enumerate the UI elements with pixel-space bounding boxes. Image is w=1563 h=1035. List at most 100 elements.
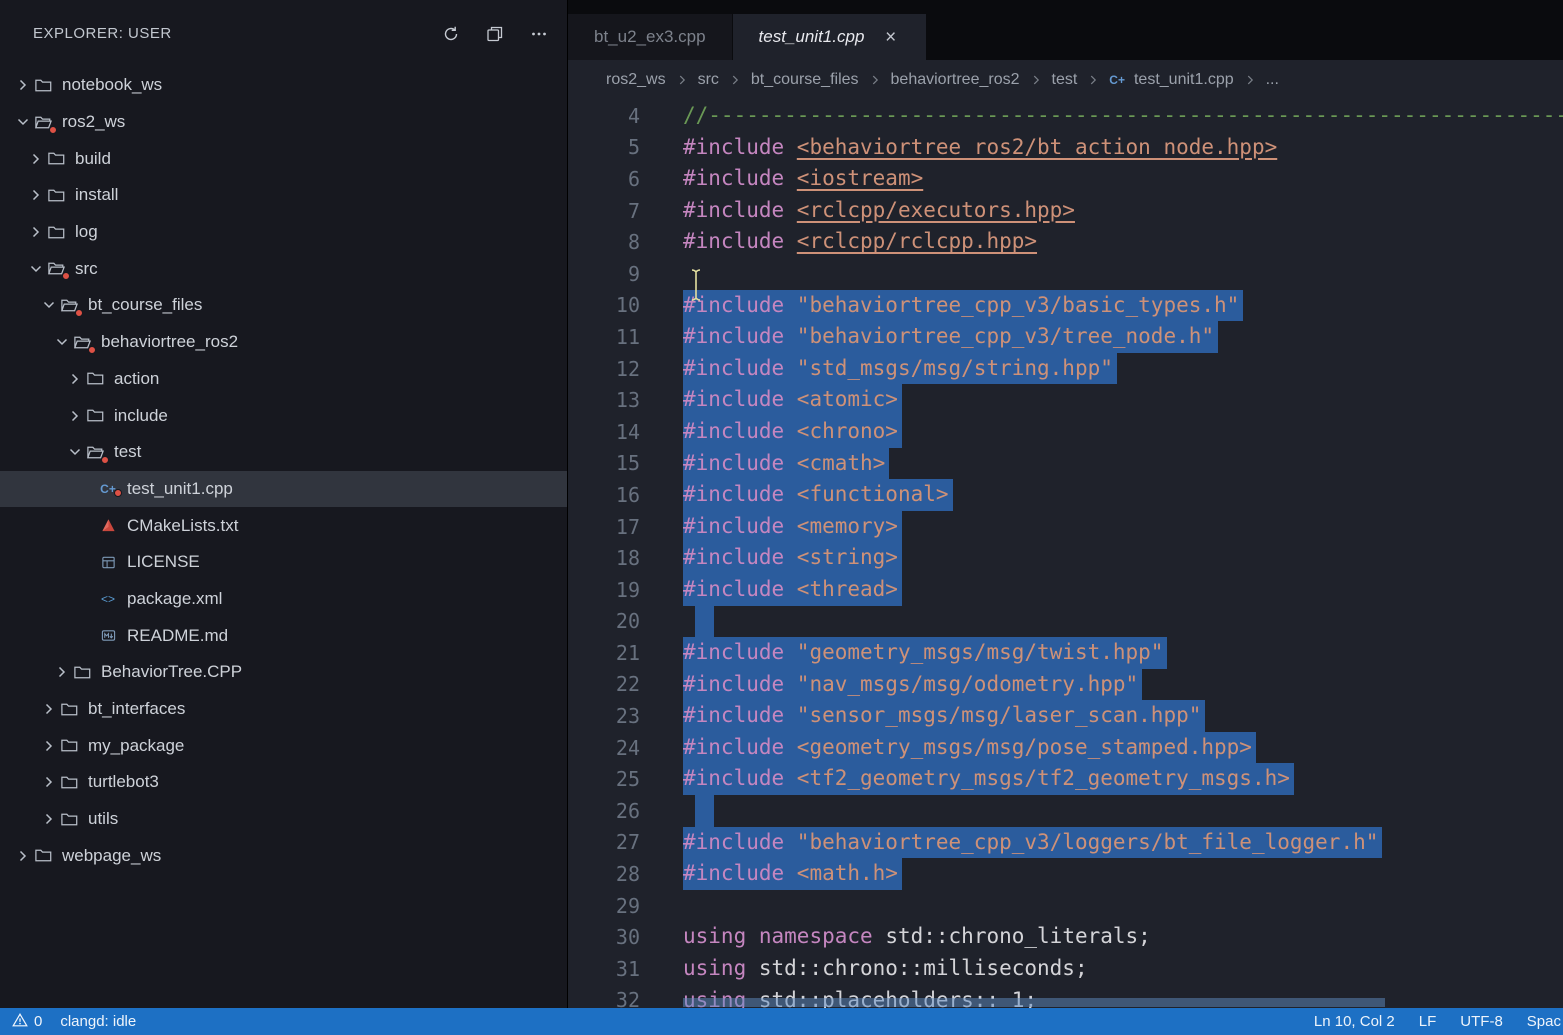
line-number[interactable]: 21 [568,641,640,665]
tab-bt_u2_ex3.cpp[interactable]: bt_u2_ex3.cpp [568,14,733,60]
code-line-13[interactable]: 13#include <atomic> [568,384,1563,416]
encoding-indicator[interactable]: UTF-8 [1460,1013,1503,1030]
horizontal-scrollbar[interactable] [683,998,1385,1007]
tree-item-test[interactable]: test [0,434,567,471]
breadcrumb-item-ros2_ws[interactable]: ros2_ws [606,71,666,89]
tree-item-include[interactable]: include [0,397,567,434]
line-number[interactable]: 9 [568,262,640,286]
tree-item-webpage_ws[interactable]: webpage_ws [0,837,567,874]
collapse-folders-icon[interactable] [483,22,507,46]
line-number[interactable]: 23 [568,704,640,728]
code-line-28[interactable]: 28#include <math.h> [568,858,1563,890]
code-line-5[interactable]: 5#include <behaviortree_ros2/bt_action_n… [568,132,1563,164]
code-line-11[interactable]: 11#include "behaviortree_cpp_v3/tree_nod… [568,321,1563,353]
line-number[interactable]: 17 [568,515,640,539]
line-number[interactable]: 31 [568,957,640,981]
tree-item-utils[interactable]: utils [0,801,567,838]
tree-item-action[interactable]: action [0,361,567,398]
line-number[interactable]: 26 [568,799,640,823]
code-line-9[interactable]: 9 [568,258,1563,290]
line-number[interactable]: 22 [568,672,640,696]
tree-item-CMakeLists.txt[interactable]: CMakeLists.txt [0,507,567,544]
breadcrumb-item-bt_course_files[interactable]: bt_course_files [751,71,859,89]
line-number[interactable]: 5 [568,135,640,159]
code-line-7[interactable]: 7#include <rclcpp/executors.hpp> [568,195,1563,227]
breadcrumb-item-...[interactable]: ... [1266,71,1279,89]
cursor-position[interactable]: Ln 10, Col 2 [1314,1013,1395,1030]
tree-item-build[interactable]: build [0,140,567,177]
tree-item-log[interactable]: log [0,214,567,251]
line-number[interactable]: 4 [568,104,640,128]
tree-item-src[interactable]: src [0,250,567,287]
code-line-20[interactable]: 20 [568,606,1563,638]
tree-item-bt_interfaces[interactable]: bt_interfaces [0,691,567,728]
code-line-8[interactable]: 8#include <rclcpp/rclcpp.hpp> [568,226,1563,258]
line-number[interactable]: 25 [568,767,640,791]
line-number[interactable]: 19 [568,578,640,602]
close-icon[interactable]: × [880,27,900,47]
code-line-30[interactable]: 30using namespace std::chrono_literals; [568,921,1563,953]
line-number[interactable]: 14 [568,420,640,444]
code-line-10[interactable]: 10#include "behaviortree_cpp_v3/basic_ty… [568,290,1563,322]
code-line-12[interactable]: 12#include "std_msgs/msg/string.hpp" [568,353,1563,385]
eol-indicator[interactable]: LF [1419,1013,1437,1030]
code-line-23[interactable]: 23#include "sensor_msgs/msg/laser_scan.h… [568,700,1563,732]
code-line-19[interactable]: 19#include <thread> [568,574,1563,606]
tree-item-my_package[interactable]: my_package [0,727,567,764]
code-line-6[interactable]: 6#include <iostream> [568,163,1563,195]
tree-item-notebook_ws[interactable]: notebook_ws [0,67,567,104]
tree-item-turtlebot3[interactable]: turtlebot3 [0,764,567,801]
code-line-22[interactable]: 22#include "nav_msgs/msg/odometry.hpp" [568,669,1563,701]
indentation-indicator[interactable]: Spac [1527,1013,1561,1030]
line-number[interactable]: 18 [568,546,640,570]
breadcrumb-item-test_unit1.cpp[interactable]: test_unit1.cpp [1134,71,1234,89]
tree-item-test_unit1.cpp[interactable]: C+test_unit1.cpp [0,471,567,508]
line-number[interactable]: 16 [568,483,640,507]
breadcrumb-item-behaviortree_ros2[interactable]: behaviortree_ros2 [891,71,1020,89]
refresh-icon[interactable] [439,22,463,46]
line-number[interactable]: 28 [568,862,640,886]
line-number[interactable]: 7 [568,199,640,223]
problems-indicator[interactable]: 0 [12,1012,42,1032]
line-number[interactable]: 11 [568,325,640,349]
code-line-26[interactable]: 26 [568,795,1563,827]
code-editor[interactable]: 4//-------------------------------------… [568,100,1563,1008]
code-line-4[interactable]: 4//-------------------------------------… [568,100,1563,132]
breadcrumb-item-src[interactable]: src [698,71,719,89]
line-number[interactable]: 30 [568,925,640,949]
clangd-status[interactable]: clangd: idle [60,1013,136,1030]
tree-item-LICENSE[interactable]: LICENSE [0,544,567,581]
line-number[interactable]: 6 [568,167,640,191]
code-line-31[interactable]: 31using std::chrono::milliseconds; [568,953,1563,985]
code-line-14[interactable]: 14#include <chrono> [568,416,1563,448]
code-line-21[interactable]: 21#include "geometry_msgs/msg/twist.hpp" [568,637,1563,669]
tree-item-BehaviorTree.CPP[interactable]: BehaviorTree.CPP [0,654,567,691]
breadcrumb-item-test[interactable]: test [1052,71,1078,89]
code-line-27[interactable]: 27#include "behaviortree_cpp_v3/loggers/… [568,827,1563,859]
line-number[interactable]: 32 [568,988,640,1008]
code-line-15[interactable]: 15#include <cmath> [568,448,1563,480]
code-line-29[interactable]: 29 [568,890,1563,922]
line-number[interactable]: 15 [568,451,640,475]
line-number[interactable]: 27 [568,830,640,854]
tree-item-ros2_ws[interactable]: ros2_ws [0,104,567,141]
tab-test_unit1.cpp[interactable]: test_unit1.cpp× [733,14,928,60]
code-line-25[interactable]: 25#include <tf2_geometry_msgs/tf2_geomet… [568,763,1563,795]
tree-item-bt_course_files[interactable]: bt_course_files [0,287,567,324]
line-number[interactable]: 13 [568,388,640,412]
code-line-18[interactable]: 18#include <string> [568,542,1563,574]
code-line-17[interactable]: 17#include <memory> [568,511,1563,543]
tree-item-install[interactable]: install [0,177,567,214]
line-number[interactable]: 20 [568,609,640,633]
line-number[interactable]: 29 [568,894,640,918]
tree-item-package.xml[interactable]: <>package.xml [0,581,567,618]
line-number[interactable]: 10 [568,293,640,317]
more-actions-icon[interactable] [527,22,551,46]
code-line-16[interactable]: 16#include <functional> [568,479,1563,511]
tree-item-README.md[interactable]: README.md [0,617,567,654]
line-number[interactable]: 8 [568,230,640,254]
tree-item-behaviortree_ros2[interactable]: behaviortree_ros2 [0,324,567,361]
line-number[interactable]: 12 [568,357,640,381]
code-line-24[interactable]: 24#include <geometry_msgs/msg/pose_stamp… [568,732,1563,764]
line-number[interactable]: 24 [568,736,640,760]
